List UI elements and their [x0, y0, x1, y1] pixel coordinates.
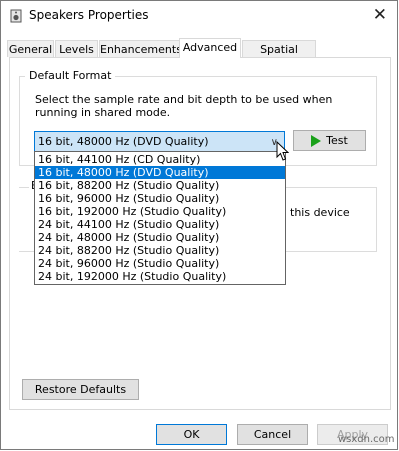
- test-label: Test: [326, 134, 348, 147]
- sample-rate-combobox[interactable]: 16 bit, 48000 Hz (DVD Quality) ∨: [34, 131, 285, 152]
- dropdown-option-selected[interactable]: 16 bit, 48000 Hz (DVD Quality): [35, 166, 285, 179]
- watermark-text: wsxdn.com: [338, 434, 395, 445]
- restore-defaults-button[interactable]: Restore Defaults: [22, 379, 139, 400]
- dropdown-option[interactable]: 24 bit, 48000 Hz (Studio Quality): [35, 231, 285, 244]
- play-icon: [311, 135, 322, 147]
- window-title: Speakers Properties: [29, 8, 149, 22]
- tab-advanced[interactable]: Advanced: [179, 38, 241, 58]
- tab-levels[interactable]: Levels: [55, 40, 98, 57]
- combobox-selected-value: 16 bit, 48000 Hz (DVD Quality): [38, 135, 209, 148]
- dropdown-option[interactable]: 24 bit, 192000 Hz (Studio Quality): [35, 270, 285, 283]
- test-button[interactable]: Test: [293, 130, 366, 151]
- dropdown-option[interactable]: 24 bit, 88200 Hz (Studio Quality): [35, 244, 285, 257]
- sample-rate-dropdown-list: 16 bit, 44100 Hz (CD Quality) 16 bit, 48…: [34, 151, 286, 285]
- dropdown-option[interactable]: 16 bit, 96000 Hz (Studio Quality): [35, 192, 285, 205]
- ok-button[interactable]: OK: [156, 424, 227, 445]
- mouse-pointer-icon: [276, 141, 289, 161]
- dropdown-option[interactable]: 16 bit, 192000 Hz (Studio Quality): [35, 205, 285, 218]
- cancel-button[interactable]: Cancel: [237, 424, 308, 445]
- default-format-description: Select the sample rate and bit depth to …: [35, 93, 333, 119]
- dropdown-option[interactable]: 24 bit, 96000 Hz (Studio Quality): [35, 257, 285, 270]
- close-icon[interactable]: ✕: [373, 5, 387, 25]
- tab-spatial-sound[interactable]: Spatial sound: [242, 40, 316, 73]
- speakers-properties-window: Speakers Properties ✕ General Levels Enh…: [0, 0, 398, 450]
- exclusive-mode-text: this device: [290, 206, 350, 219]
- default-format-title: Default Format: [25, 69, 116, 82]
- title-bar: Speakers Properties ✕: [1, 1, 397, 31]
- dropdown-option[interactable]: 24 bit, 44100 Hz (Studio Quality): [35, 218, 285, 231]
- speaker-icon: [10, 9, 22, 23]
- dropdown-option[interactable]: 16 bit, 88200 Hz (Studio Quality): [35, 179, 285, 192]
- dropdown-option[interactable]: 16 bit, 44100 Hz (CD Quality): [35, 153, 285, 166]
- tab-enhancements[interactable]: Enhancements: [99, 40, 182, 57]
- tab-general[interactable]: General: [7, 40, 54, 57]
